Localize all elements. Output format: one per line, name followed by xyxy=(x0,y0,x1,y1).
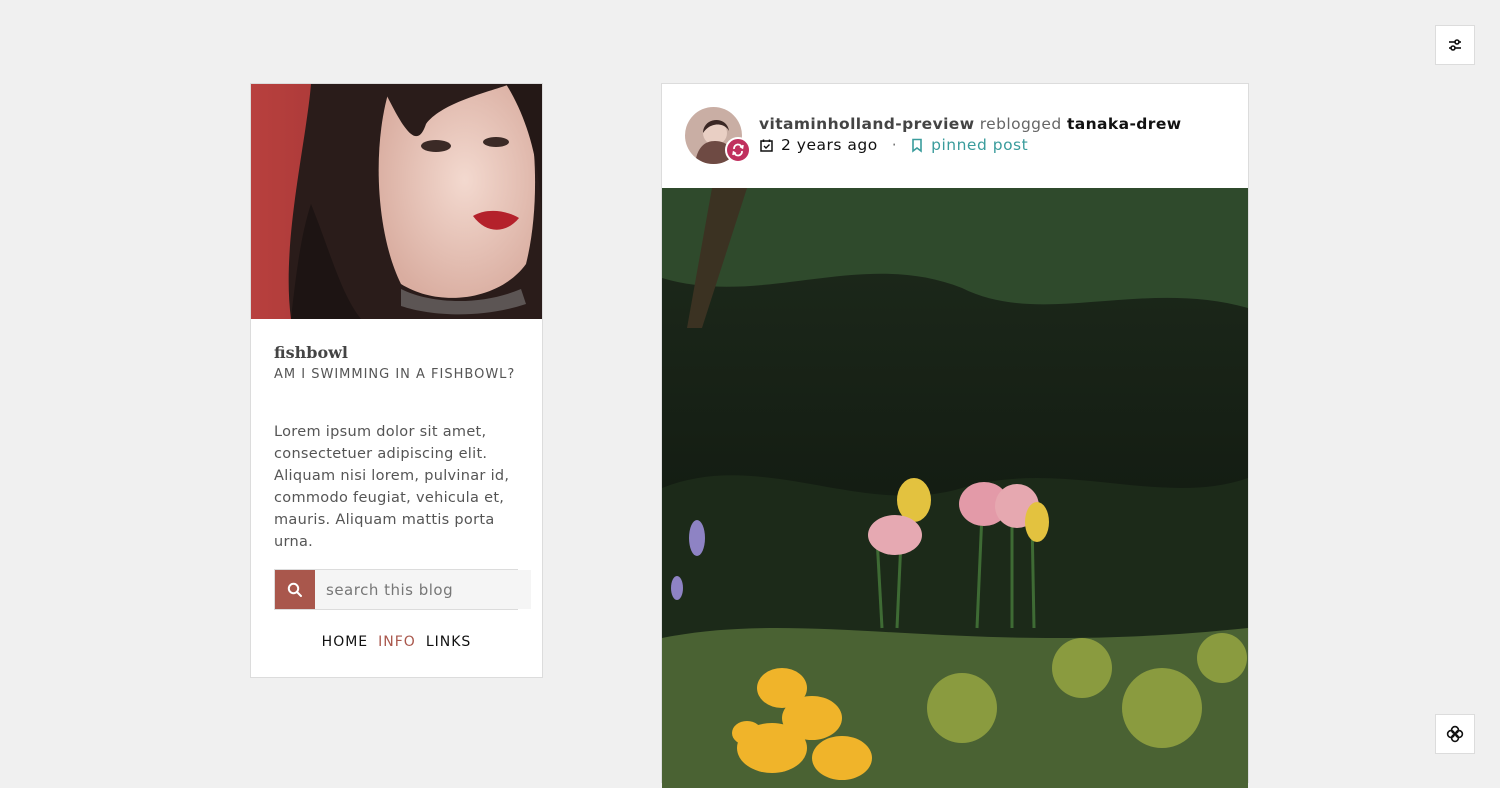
search-icon xyxy=(287,582,302,597)
poster-link[interactable]: vitaminholland-preview xyxy=(759,115,974,133)
origin-link[interactable]: tanaka-drew xyxy=(1067,115,1182,133)
post-timestamp[interactable]: 2 years ago xyxy=(781,136,878,154)
nav-link-home[interactable]: HOME xyxy=(322,634,368,650)
pinned-label: pinned post xyxy=(931,136,1029,154)
customize-button[interactable] xyxy=(1435,25,1475,65)
search-input[interactable] xyxy=(315,570,531,609)
reblog-verb: reblogged xyxy=(979,115,1062,133)
nav-link-info[interactable]: INFO xyxy=(378,634,416,650)
reblog-badge xyxy=(725,137,751,163)
sidebar-portrait-image xyxy=(251,84,542,319)
post-photo[interactable] xyxy=(662,188,1248,788)
blog-subtitle: AM I SWIMMING IN A FISHBOWL? xyxy=(274,367,516,382)
clover-icon xyxy=(1446,725,1464,743)
blog-nav: HOME INFO LINKS xyxy=(251,634,542,650)
search-button[interactable] xyxy=(275,570,315,609)
search-form xyxy=(274,569,531,610)
blog-title: fishbowl xyxy=(274,343,348,362)
nav-link-links[interactable]: LINKS xyxy=(426,634,471,650)
reblog-line: vitaminholland-preview reblogged tanaka-… xyxy=(759,115,1181,133)
sliders-icon xyxy=(1449,39,1461,51)
blog-sidebar: fishbowl AM I SWIMMING IN A FISHBOWL? Lo… xyxy=(250,83,543,678)
blog-description: Lorem ipsum dolor sit amet, consectetuer… xyxy=(274,424,510,550)
post-meta: 2 years ago · pinned post xyxy=(759,136,1028,154)
meta-separator: · xyxy=(891,136,898,154)
calendar-icon xyxy=(760,139,773,152)
post-card: vitaminholland-preview reblogged tanaka-… xyxy=(661,83,1249,788)
reblog-icon xyxy=(732,143,744,157)
post-header: vitaminholland-preview reblogged tanaka-… xyxy=(662,84,1248,188)
theme-credit-button[interactable] xyxy=(1435,714,1475,754)
pinned-indicator: pinned post xyxy=(911,136,1028,154)
bookmark-icon xyxy=(912,138,922,153)
